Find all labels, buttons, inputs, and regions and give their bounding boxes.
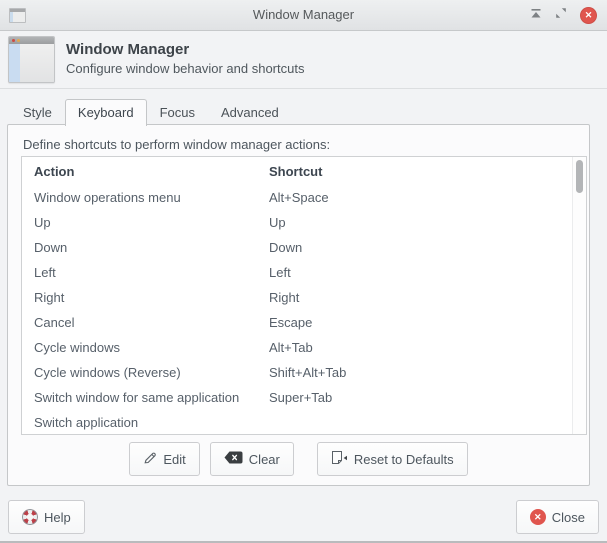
tab-style[interactable]: Style	[10, 99, 65, 126]
app-icon-max-dot	[17, 39, 20, 42]
app-icon-titlebar	[9, 37, 54, 44]
edit-button[interactable]: Edit	[129, 442, 200, 476]
app-icon-body	[20, 44, 54, 82]
clear-button[interactable]: Clear	[209, 442, 294, 476]
maximize-icon[interactable]	[555, 6, 567, 24]
table-scrollbar[interactable]	[572, 157, 586, 434]
backspace-icon	[224, 451, 243, 467]
tab-focus[interactable]: Focus	[147, 99, 208, 126]
table-row[interactable]: Cancel Escape	[22, 310, 586, 335]
close-icon[interactable]: ✕	[580, 6, 597, 24]
help-button[interactable]: Help	[8, 500, 85, 534]
action-cell: Right	[34, 290, 65, 305]
action-cell: Up	[34, 215, 51, 230]
shortcut-cell: Alt+Tab	[269, 340, 313, 355]
titlebar-buttons: ✕	[530, 0, 597, 30]
window-manager-app-icon	[8, 36, 55, 83]
page-subtitle: Configure window behavior and shortcuts	[66, 61, 305, 76]
scrollbar-thumb[interactable]	[576, 160, 583, 193]
column-header-action[interactable]: Action	[34, 164, 269, 179]
app-icon-sidebar	[9, 44, 20, 82]
page-title: Window Manager	[66, 41, 190, 58]
shortcut-table-body: Window operations menu Alt+Space Up Up Down D…	[22, 185, 586, 434]
revert-document-icon	[331, 450, 348, 468]
pencil-icon	[143, 451, 157, 468]
shortcut-cell: Alt+Space	[269, 190, 329, 205]
table-row[interactable]: Up Up	[22, 210, 586, 235]
shortcut-table[interactable]: Action Shortcut Window operations menu Al…	[21, 156, 587, 435]
shortcut-cell: Down	[269, 240, 303, 255]
shade-icon[interactable]	[530, 6, 542, 24]
header-separator	[0, 88, 607, 89]
tab-advanced[interactable]: Advanced	[208, 99, 292, 126]
shortcut-cell: Up	[269, 215, 286, 230]
window-manager-dialog: Window Manager ✕ Window Manager Configur…	[0, 0, 607, 543]
table-row[interactable]: Left Left	[22, 260, 586, 285]
shortcut-cell: Right	[269, 290, 300, 305]
app-icon-close-dot	[12, 39, 15, 42]
shortcut-cell: Escape	[269, 315, 313, 330]
table-row[interactable]: Cycle windows Alt+Tab	[22, 335, 586, 360]
tab-keyboard[interactable]: Keyboard	[64, 99, 147, 126]
action-cell: Window operations menu	[34, 190, 181, 205]
shortcuts-description: Define shortcuts to perform window manag…	[23, 137, 331, 152]
clear-button-label: Clear	[248, 451, 280, 467]
titlebar[interactable]: Window Manager ✕	[0, 0, 607, 31]
action-cell: Cycle windows (Reverse)	[34, 365, 181, 380]
table-row[interactable]: Cycle windows (Reverse) Shift+Alt+Tab	[22, 360, 586, 385]
help-button-label: Help	[44, 509, 71, 525]
action-cell: Cancel	[34, 315, 75, 330]
close-button[interactable]: ✕ Close	[515, 500, 599, 534]
shortcut-cell: Super+Tab	[269, 390, 333, 405]
shortcut-cell: Shift+Alt+Tab	[269, 365, 347, 380]
keyboard-tab-page: Define shortcuts to perform window manag…	[7, 124, 590, 486]
window-title: Window Manager	[252, 7, 355, 22]
close-button-label: Close	[551, 509, 585, 525]
table-header: Action Shortcut	[22, 157, 586, 185]
lifesaver-help-icon	[22, 509, 38, 525]
close-circle-icon: ✕	[529, 509, 546, 525]
action-cell: Switch application	[34, 415, 139, 430]
action-cell: Cycle windows	[34, 340, 120, 355]
action-cell: Down	[34, 240, 68, 255]
table-row[interactable]: Down Down	[22, 235, 586, 260]
reset-button-label: Reset to Defaults	[353, 451, 454, 467]
action-cell: Switch window for same application	[34, 390, 240, 405]
edit-button-label: Edit	[163, 451, 186, 467]
table-row[interactable]: Switch application	[22, 410, 586, 434]
reset-to-defaults-button[interactable]: Reset to Defaults	[316, 442, 468, 476]
tab-bar: Style Keyboard Focus Advanced	[10, 99, 292, 126]
table-row[interactable]: Switch window for same application Super+…	[22, 385, 586, 410]
table-row[interactable]: Right Right	[22, 285, 586, 310]
table-row[interactable]: Window operations menu Alt+Space	[22, 185, 586, 210]
shortcut-cell: Left	[269, 265, 291, 280]
shortcut-action-buttons: Edit Clear Reset to Defaults	[8, 442, 589, 476]
action-cell: Left	[34, 265, 56, 280]
column-header-shortcut[interactable]: Shortcut	[269, 164, 322, 179]
